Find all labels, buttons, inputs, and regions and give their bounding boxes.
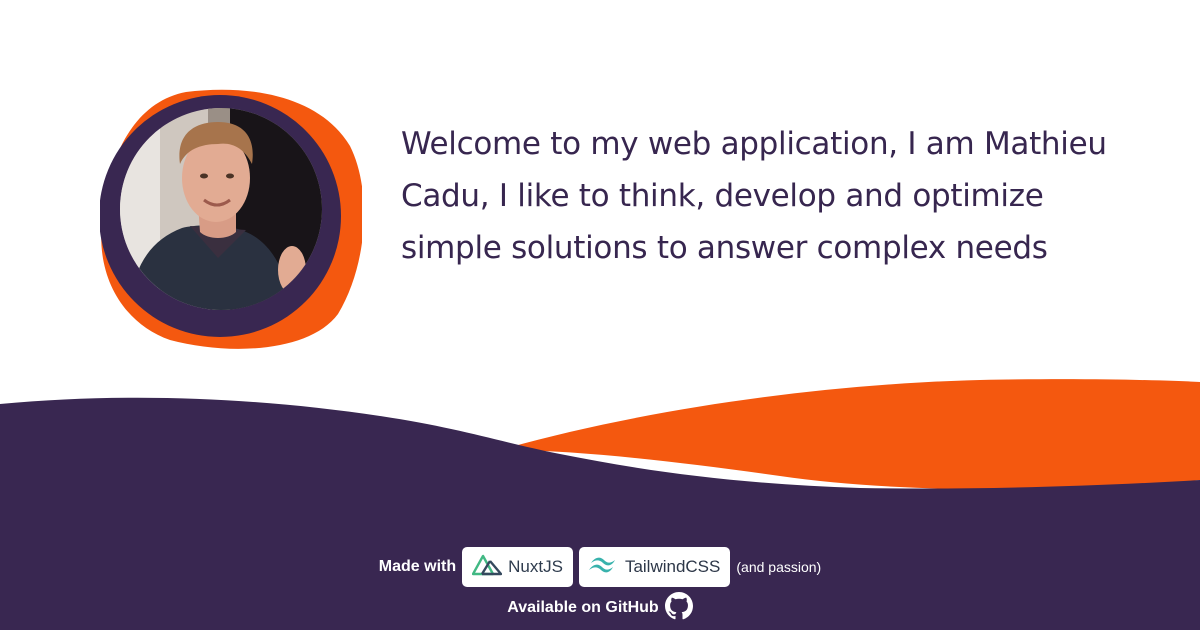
made-with-row: Made with NuxtJS TailwindCSS (and passio…	[0, 545, 1200, 589]
passion-text: (and passion)	[736, 559, 822, 575]
nuxt-badge[interactable]: NuxtJS	[462, 547, 573, 587]
avatar-photo	[120, 108, 322, 310]
footer: Made with NuxtJS TailwindCSS (and passio…	[0, 545, 1200, 625]
intro-text: Welcome to my web application, I am Math…	[401, 126, 1107, 266]
tailwind-badge[interactable]: TailwindCSS	[578, 547, 731, 587]
nuxt-label: NuxtJS	[508, 557, 563, 576]
avatar	[100, 88, 362, 350]
hero-page: Welcome to my web application, I am Math…	[0, 0, 1200, 630]
nuxt-logo-icon	[471, 554, 503, 581]
tailwind-logo-icon	[587, 555, 619, 580]
tailwind-label: TailwindCSS	[624, 557, 721, 576]
github-label: Available on GitHub	[507, 599, 659, 616]
github-link[interactable]: Available on GitHub	[0, 591, 1200, 625]
github-icon	[664, 591, 693, 625]
made-with-label: Made with	[378, 558, 457, 575]
